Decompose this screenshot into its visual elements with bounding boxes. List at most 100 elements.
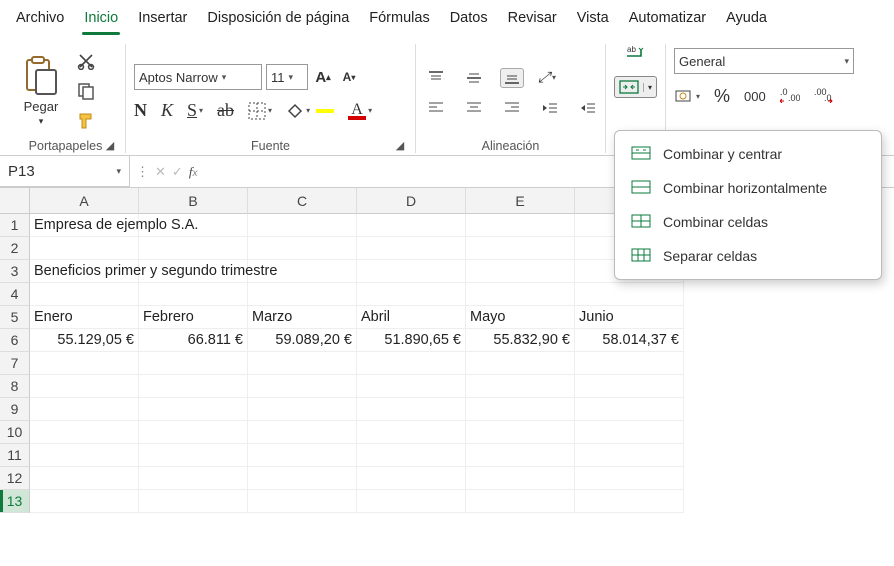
menu-formulas[interactable]: Fórmulas xyxy=(359,4,439,32)
column-header[interactable]: C xyxy=(248,188,357,214)
paste-button[interactable]: Pegar ▾ xyxy=(14,55,68,127)
cell[interactable]: Mayo xyxy=(466,306,575,329)
menu-archivo[interactable]: Archivo xyxy=(6,4,74,32)
italic-button[interactable]: K xyxy=(161,100,173,121)
cell[interactable] xyxy=(357,398,466,421)
align-right-button[interactable] xyxy=(500,98,524,118)
cell[interactable] xyxy=(575,398,684,421)
cell[interactable] xyxy=(357,352,466,375)
cell[interactable]: Empresa de ejemplo S.A. xyxy=(30,214,139,237)
cell[interactable]: Abril xyxy=(357,306,466,329)
cell[interactable] xyxy=(575,283,684,306)
cell[interactable] xyxy=(30,283,139,306)
cell[interactable] xyxy=(575,375,684,398)
cell[interactable] xyxy=(466,467,575,490)
percent-button[interactable]: % xyxy=(714,86,730,107)
accounting-format-button[interactable]: ▾ xyxy=(674,88,700,106)
cell[interactable] xyxy=(357,237,466,260)
underline-button[interactable]: S▾ xyxy=(187,100,203,121)
dd-merge-center[interactable]: Combinar y centrar xyxy=(615,137,881,171)
row-header[interactable]: 12 xyxy=(0,467,30,490)
row-header[interactable]: 10 xyxy=(0,421,30,444)
cell[interactable] xyxy=(357,283,466,306)
menu-insertar[interactable]: Insertar xyxy=(128,4,197,32)
increase-indent-button[interactable] xyxy=(576,98,600,118)
cell[interactable] xyxy=(357,214,466,237)
menu-inicio[interactable]: Inicio xyxy=(74,4,128,32)
cell[interactable]: Junio xyxy=(575,306,684,329)
cell[interactable]: Febrero xyxy=(139,306,248,329)
dialog-launcher-icon[interactable]: ◢ xyxy=(393,139,407,153)
row-header[interactable]: 11 xyxy=(0,444,30,467)
cell[interactable] xyxy=(248,283,357,306)
align-bottom-button[interactable] xyxy=(500,68,524,88)
font-size-select[interactable]: 11▾ xyxy=(266,64,308,90)
cell[interactable] xyxy=(466,398,575,421)
cell[interactable] xyxy=(30,375,139,398)
borders-button[interactable]: ▾ xyxy=(248,102,272,120)
menu-automatizar[interactable]: Automatizar xyxy=(619,4,716,32)
decrease-font-button[interactable]: A▾ xyxy=(338,66,360,88)
decrease-indent-button[interactable] xyxy=(538,98,562,118)
enter-formula-button[interactable]: ✓ xyxy=(172,164,183,180)
number-format-select[interactable]: General▾ xyxy=(674,48,854,74)
cell[interactable]: Enero xyxy=(30,306,139,329)
column-header[interactable]: D xyxy=(357,188,466,214)
cell[interactable] xyxy=(357,260,466,283)
cell[interactable] xyxy=(30,421,139,444)
fill-color-button[interactable]: ▾ xyxy=(286,103,310,119)
cell[interactable] xyxy=(139,444,248,467)
row-header[interactable]: 8 xyxy=(0,375,30,398)
menu-disposicion[interactable]: Disposición de página xyxy=(197,4,359,32)
cell[interactable] xyxy=(30,352,139,375)
cell[interactable] xyxy=(139,375,248,398)
cut-button[interactable] xyxy=(74,49,98,73)
bold-button[interactable]: N xyxy=(134,100,147,121)
cell[interactable] xyxy=(466,444,575,467)
cell[interactable] xyxy=(139,421,248,444)
select-all-corner[interactable] xyxy=(0,188,30,214)
menu-datos[interactable]: Datos xyxy=(440,4,498,32)
cell[interactable]: Beneficios primer y segundo trimestre xyxy=(30,260,139,283)
align-left-button[interactable] xyxy=(424,98,448,118)
cell[interactable] xyxy=(248,467,357,490)
row-header[interactable]: 1 xyxy=(0,214,30,237)
cell[interactable] xyxy=(575,467,684,490)
dd-unmerge[interactable]: Separar celdas xyxy=(615,239,881,273)
cell[interactable] xyxy=(575,421,684,444)
cell[interactable] xyxy=(466,237,575,260)
cell[interactable]: 66.811 € xyxy=(139,329,248,352)
cell[interactable] xyxy=(248,352,357,375)
cell[interactable] xyxy=(139,490,248,513)
cell[interactable] xyxy=(139,467,248,490)
cell[interactable] xyxy=(30,237,139,260)
dd-merge-cells[interactable]: Combinar celdas xyxy=(615,205,881,239)
chevron-down-icon[interactable]: ▾ xyxy=(39,116,44,127)
increase-font-button[interactable]: A▴ xyxy=(312,66,334,88)
cell[interactable]: 55.129,05 € xyxy=(30,329,139,352)
cell[interactable]: 55.832,90 € xyxy=(466,329,575,352)
row-header[interactable]: 9 xyxy=(0,398,30,421)
cell[interactable] xyxy=(139,398,248,421)
cell[interactable] xyxy=(575,490,684,513)
cell[interactable] xyxy=(466,260,575,283)
cell[interactable] xyxy=(575,444,684,467)
insert-function-button[interactable]: fx xyxy=(189,164,198,180)
cell[interactable] xyxy=(248,375,357,398)
cell[interactable] xyxy=(357,444,466,467)
row-header[interactable]: 7 xyxy=(0,352,30,375)
cell[interactable] xyxy=(30,398,139,421)
cell[interactable] xyxy=(466,375,575,398)
dd-merge-across[interactable]: Combinar horizontalmente xyxy=(615,171,881,205)
row-header[interactable]: 5 xyxy=(0,306,30,329)
row-header[interactable]: 6 xyxy=(0,329,30,352)
cell[interactable] xyxy=(357,467,466,490)
cell[interactable] xyxy=(248,237,357,260)
align-middle-button[interactable] xyxy=(462,68,486,88)
column-header[interactable]: A xyxy=(30,188,139,214)
wrap-text-button[interactable]: ab xyxy=(625,44,647,62)
cell[interactable] xyxy=(248,421,357,444)
format-painter-button[interactable] xyxy=(74,109,98,133)
menu-ayuda[interactable]: Ayuda xyxy=(716,4,777,32)
dialog-launcher-icon[interactable]: ◢ xyxy=(103,139,117,153)
